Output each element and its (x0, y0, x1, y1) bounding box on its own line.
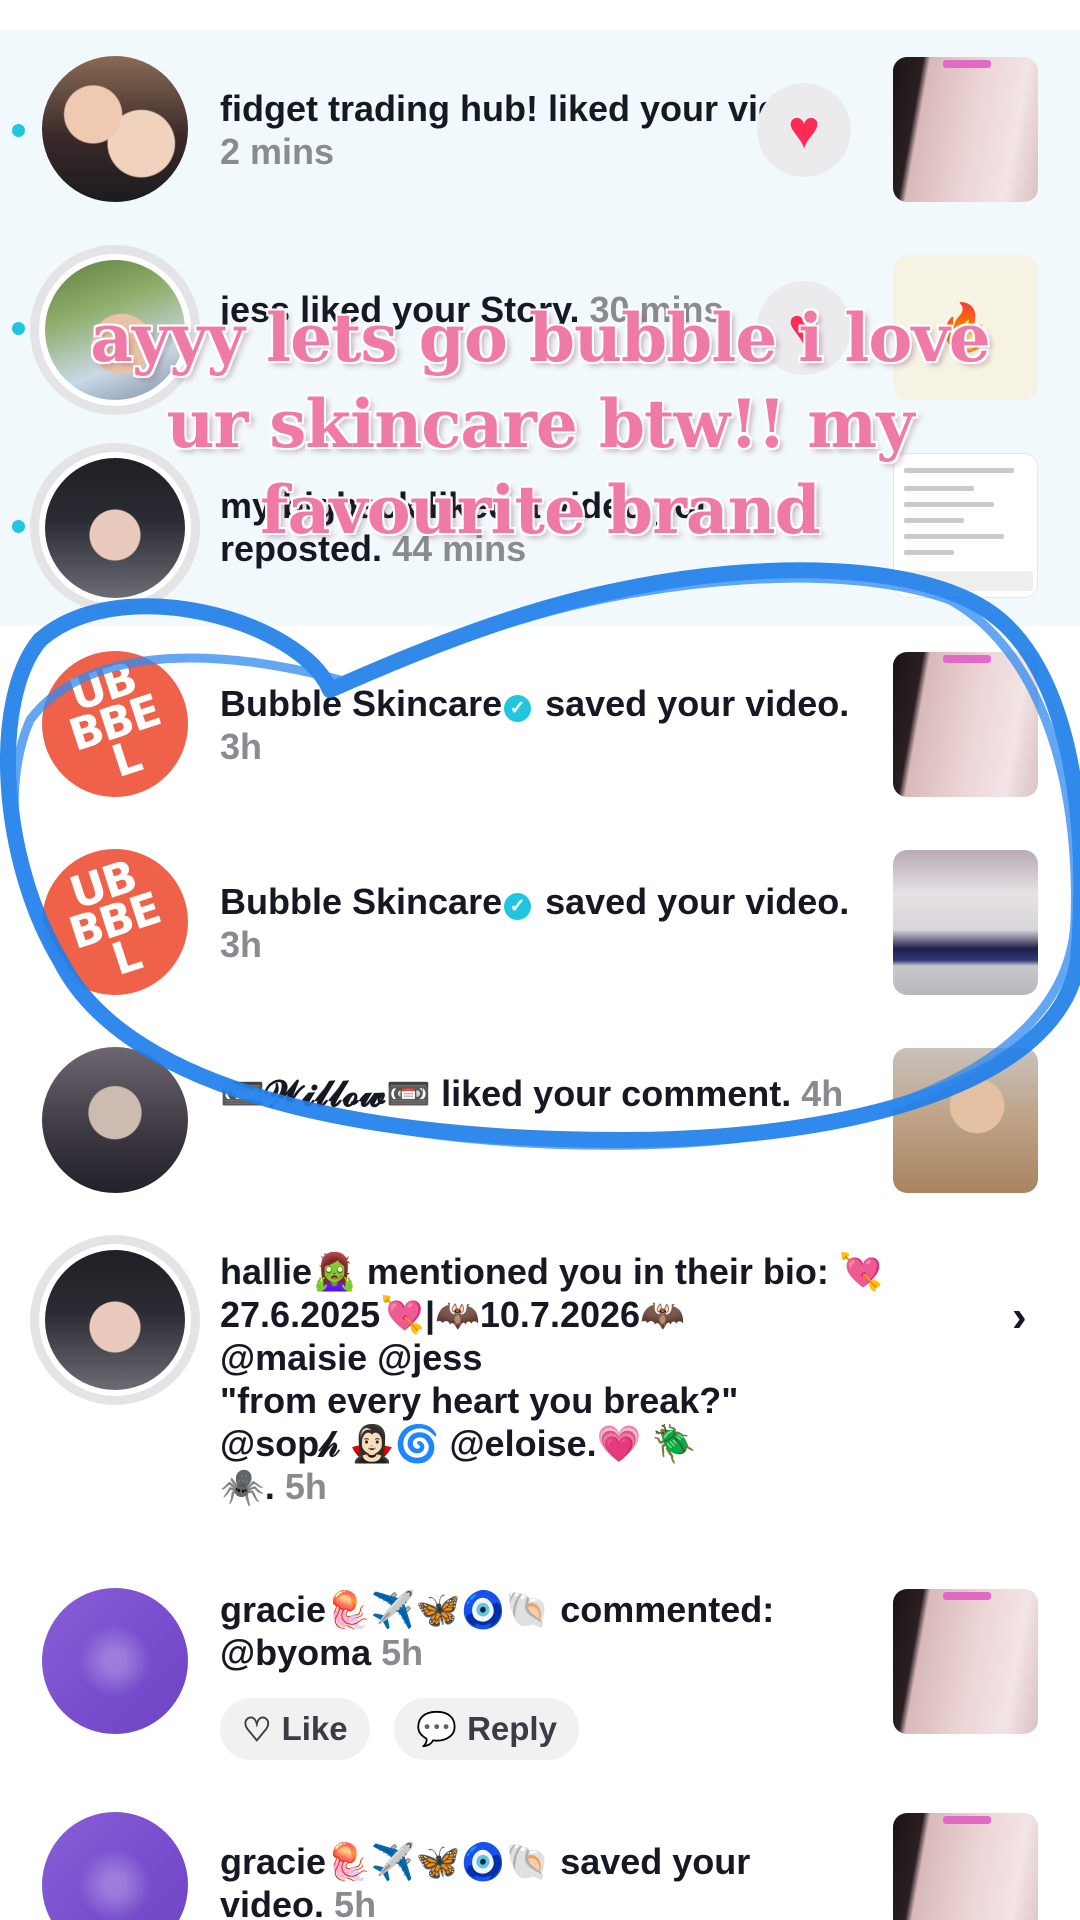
heart-outline-icon: ♡ (242, 1710, 272, 1748)
speech-bubble-icon: 💬 (416, 1709, 458, 1747)
notification-user[interactable]: 📼𝓦𝓲𝓵𝓵𝓸𝔀📼 (220, 1073, 431, 1114)
notification-user[interactable]: Bubble Skincare (220, 683, 502, 724)
timestamp: 5h (381, 1632, 424, 1673)
notification-action: mentioned you in their bio: (356, 1251, 829, 1292)
timestamp: 3h (220, 924, 263, 965)
unread-dot (12, 124, 25, 137)
video-thumbnail[interactable] (893, 57, 1038, 202)
heart-icon: ♥ (787, 100, 821, 160)
brand-logo-avatar[interactable]: UB BBE L (42, 849, 188, 995)
notification-text: Bubble Skincare ✓ saved your video. 3h (220, 880, 860, 966)
chevron-right-icon[interactable]: › (1012, 1292, 1027, 1342)
notification-action: saved your video. (535, 881, 850, 922)
unread-dot (12, 322, 25, 335)
video-thumbnail[interactable] (893, 850, 1038, 995)
avatar[interactable] (42, 56, 188, 202)
timestamp: 3h (220, 726, 263, 767)
caption-sticker (943, 60, 991, 68)
overlay-caption: ayyy lets go bubble i love ur skincare b… (90, 299, 991, 549)
unread-dot (12, 520, 25, 533)
video-thumbnail[interactable] (893, 1813, 1038, 1920)
top-spacer (0, 0, 1080, 30)
notification-text: Bubble Skincare ✓ saved your video. 3h (220, 682, 860, 768)
notification-user[interactable]: fidget trading hub! (220, 88, 538, 129)
notification-user[interactable]: gracie🪼✈️🦋🧿🐚 (220, 1841, 550, 1882)
notification-text: gracie🪼✈️🦋🧿🐚 saved your video. 5h (220, 1840, 860, 1920)
keyboard-preview (898, 571, 1033, 591)
bio-line: 💘 (838, 1251, 884, 1292)
timestamp: 4h (801, 1073, 844, 1114)
bio-line: @sop𝒽 🧛🏻‍♀️🌀 @eloise.💗 🪲 (220, 1423, 697, 1464)
bio-line: 27.6.2025💘|🦇10.7.2026🦇 (220, 1294, 685, 1335)
notification-user[interactable]: gracie🪼✈️🦋🧿🐚 (220, 1589, 550, 1630)
verified-badge-icon: ✓ (504, 695, 532, 722)
notification-text: hallie🧟‍♀️ mentioned you in their bio: 💘… (220, 1250, 920, 1508)
bio-line: 🕷️. (220, 1466, 275, 1507)
verified-badge-icon: ✓ (504, 893, 532, 920)
notification-action: saved your video. (535, 683, 850, 724)
timestamp: 2 mins (220, 131, 335, 172)
notification-action: liked your comment. (431, 1073, 792, 1114)
avatar-image (45, 1250, 185, 1390)
notification-user[interactable]: Bubble Skincare (220, 881, 502, 922)
like-back-button[interactable]: ♥ (757, 83, 851, 177)
timestamp: 5h (334, 1884, 377, 1920)
notification-text: 📼𝓦𝓲𝓵𝓵𝓸𝔀📼 liked your comment. 4h (220, 1072, 860, 1115)
video-thumbnail[interactable] (893, 652, 1038, 797)
notifications-feed: fidget trading hub! liked your video. 2 … (0, 0, 1080, 1920)
like-label: Like (281, 1710, 348, 1747)
logo-text: UB BBE L (54, 851, 176, 991)
comment-thumbnail[interactable] (893, 1048, 1038, 1193)
caption-sticker (943, 655, 991, 663)
logo-text: UB BBE L (54, 653, 176, 793)
video-thumbnail[interactable] (893, 1589, 1038, 1734)
story-avatar[interactable] (30, 1235, 200, 1405)
avatar[interactable] (42, 1812, 188, 1920)
notification-user[interactable]: hallie🧟‍♀️ (220, 1251, 357, 1292)
bio-line: @maisie @jess (220, 1337, 483, 1378)
reply-label: Reply (467, 1710, 557, 1747)
timestamp: 5h (284, 1466, 327, 1507)
like-comment-button[interactable]: ♡ Like (220, 1698, 370, 1760)
caption-sticker (943, 1816, 991, 1824)
bio-line: "from every heart you break?" (220, 1380, 739, 1421)
brand-logo-avatar[interactable]: UB BBE L (42, 651, 188, 797)
avatar[interactable] (42, 1047, 188, 1193)
avatar[interactable] (42, 1588, 188, 1734)
notification-text: gracie🪼✈️🦋🧿🐚 commented: @byoma 5h (220, 1588, 860, 1674)
reply-button[interactable]: 💬 Reply (394, 1698, 579, 1760)
caption-sticker (943, 1592, 991, 1600)
